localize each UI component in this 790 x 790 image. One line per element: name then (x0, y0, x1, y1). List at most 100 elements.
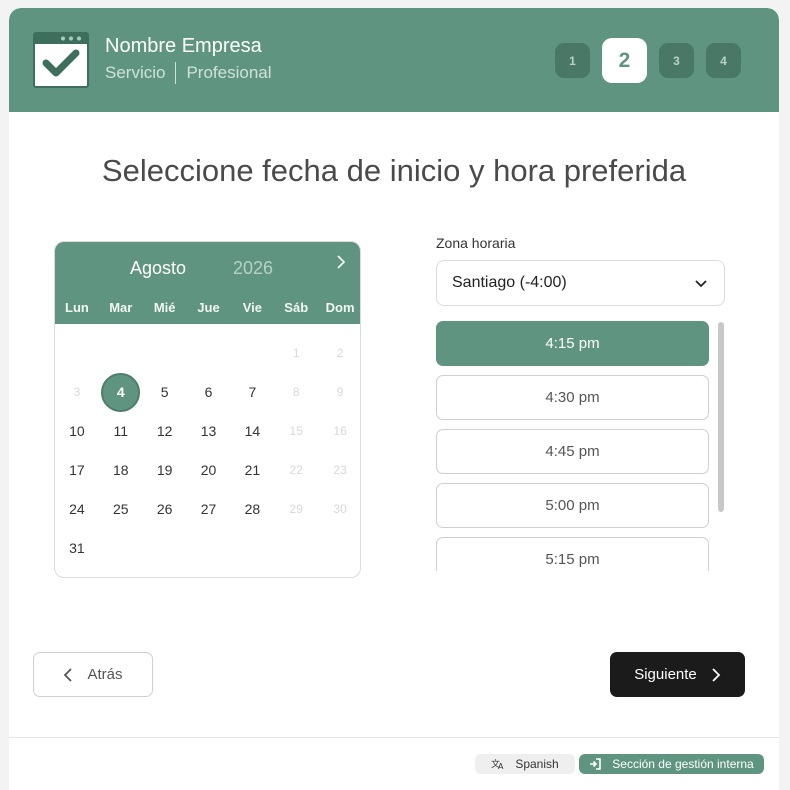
timezone-label: Zona horaria (436, 235, 516, 251)
time-slot[interactable]: 4:30 pm (436, 375, 709, 420)
calendar-day[interactable]: 6 (187, 373, 231, 412)
calendar-day[interactable]: 7 (230, 373, 274, 412)
calendar-day: 8 (274, 373, 318, 412)
weekday-label: Vie (242, 300, 262, 315)
svg-text:A: A (498, 762, 504, 770)
calendar-empty-cell (99, 334, 143, 373)
back-button[interactable]: Atrás (33, 652, 153, 697)
timezone-select[interactable]: Santiago (-4:00) (436, 260, 725, 306)
calendar-day[interactable]: 20 (187, 451, 231, 490)
calendar-day-number: 22 (289, 463, 303, 477)
calendar-day: 2 (318, 334, 360, 373)
calendar-day[interactable]: 31 (55, 529, 99, 568)
step-1: 1 (555, 43, 590, 78)
calendar-day-number: 13 (200, 423, 217, 439)
calendar-day-number: 14 (244, 423, 261, 439)
calendar-day-number: 24 (69, 501, 85, 517)
calendar-month: Agosto (130, 258, 187, 278)
calendar-day-number: 2 (336, 346, 344, 360)
weekday-label: Dom (325, 300, 355, 315)
back-label: Atrás (87, 666, 123, 683)
calendar-empty-cell (230, 334, 274, 373)
calendar-empty-cell (274, 529, 318, 568)
step-indicator: 1 2 3 4 (555, 38, 753, 83)
language-button[interactable]: 文 A Spanish (475, 754, 575, 774)
calendar-day[interactable]: 27 (187, 490, 231, 529)
company-name: Nombre Empresa (105, 35, 262, 57)
calendar-day: 30 (318, 490, 360, 529)
calendar-week-row: 24 25 26 27 28 29 30 (55, 490, 360, 529)
calendar-check-icon (33, 32, 89, 88)
calendar-day-number: 29 (289, 502, 303, 516)
calendar-day-number: 11 (113, 423, 129, 439)
time-slot-list: 4:15 pm 4:30 pm 4:45 pm 5:00 pm 5:15 pm (436, 321, 726, 571)
calendar-day[interactable]: 13 (187, 412, 231, 451)
divider (175, 62, 177, 84)
calendar-day-number: 25 (113, 501, 129, 517)
calendar-day-number: 18 (113, 462, 129, 478)
calendar-day-number: 31 (69, 540, 85, 556)
calendar-day-number: 21 (244, 462, 261, 478)
calendar-day[interactable]: 11 (99, 412, 143, 451)
time-slot-selected[interactable]: 4:15 pm (436, 321, 709, 366)
calendar-day[interactable]: 25 (99, 490, 143, 529)
internal-management-button[interactable]: Sección de gestión interna (579, 754, 764, 774)
calendar-day: 23 (318, 451, 360, 490)
weekday-label: Lun (65, 300, 89, 315)
booking-card: Nombre Empresa Servicio Profesional 1 2 … (9, 8, 779, 790)
calendar-week-row: 12 (55, 334, 360, 373)
service-professional: Servicio Profesional (105, 62, 272, 84)
calendar-day-number: 23 (333, 463, 347, 477)
calendar-day[interactable]: 5 (143, 373, 187, 412)
calendar-day[interactable]: 19 (143, 451, 187, 490)
calendar-day[interactable]: 12 (143, 412, 187, 451)
chevron-down-icon (695, 280, 707, 288)
step-4: 4 (706, 43, 741, 78)
calendar-day[interactable]: 24 (55, 490, 99, 529)
calendar-day[interactable]: 26 (143, 490, 187, 529)
calendar-week-row: 17 18 19 20 21 22 23 (55, 451, 360, 490)
time-slot[interactable]: 4:45 pm (436, 429, 709, 474)
footer-divider (9, 737, 779, 738)
calendar-day-number: 3 (73, 385, 81, 399)
language-label: Spanish (515, 757, 559, 771)
calendar-day: 15 (274, 412, 318, 451)
timezone-value: Santiago (-4:00) (452, 274, 567, 291)
calendar-day[interactable]: 10 (55, 412, 99, 451)
calendar-day-selected[interactable]: 4 (99, 373, 143, 412)
weekday-label: Jue (197, 300, 220, 315)
internal-label: Sección de gestión interna (612, 757, 754, 771)
calendar-day[interactable]: 28 (230, 490, 274, 529)
calendar-day-number: 27 (200, 501, 217, 517)
calendar-day-number: 26 (156, 501, 173, 517)
calendar-week-row: 3 4 5 6 7 8 9 (55, 373, 360, 412)
calendar-day[interactable]: 21 (230, 451, 274, 490)
time-slot[interactable]: 5:15 pm (436, 537, 709, 571)
calendar-header: Agosto 2026 Lun Mar Mié Jue Vie Sáb Dom (55, 242, 360, 324)
chevron-right-icon[interactable] (336, 254, 346, 270)
calendar-empty-cell (187, 334, 231, 373)
calendar-day: 16 (318, 412, 360, 451)
chevron-right-icon (712, 667, 721, 682)
calendar-day: 1 (274, 334, 318, 373)
calendar-empty-cell (230, 529, 274, 568)
calendar-day[interactable]: 18 (99, 451, 143, 490)
calendar-grid: 1 2 3 4 5 6 7 8 9 10 11 12 13 14 15 16 17 18 19 20 21 22 23 24 2… (55, 334, 360, 568)
calendar-day: 9 (318, 373, 360, 412)
calendar-day[interactable]: 14 (230, 412, 274, 451)
calendar-day-number: 17 (69, 462, 85, 478)
scrollbar[interactable] (718, 322, 724, 512)
header: Nombre Empresa Servicio Profesional 1 2 … (9, 8, 779, 112)
next-button[interactable]: Siguiente (610, 652, 745, 697)
calendar-day-number: 19 (156, 462, 173, 478)
calendar-day[interactable]: 17 (55, 451, 99, 490)
calendar-day-number: 20 (200, 462, 217, 478)
calendar-empty-cell (99, 529, 143, 568)
weekday-label: Sáb (284, 300, 309, 315)
calendar-day-number: 30 (333, 502, 347, 516)
weekday-row: Lun Mar Mié Jue Vie Sáb Dom (55, 300, 360, 315)
calendar-day-number: 7 (248, 384, 257, 400)
calendar-day-number: 12 (156, 423, 173, 439)
calendar-day-number: 6 (204, 384, 213, 400)
time-slot[interactable]: 5:00 pm (436, 483, 709, 528)
